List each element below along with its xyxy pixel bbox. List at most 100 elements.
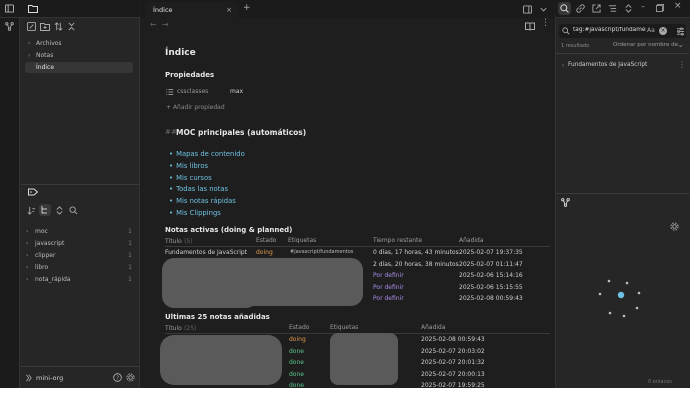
footer-divider (21, 366, 140, 367)
nav-bar: ← → ⋮ (141, 18, 554, 34)
local-graph[interactable] (594, 272, 648, 322)
graph-node (635, 306, 639, 310)
ribbon (0, 18, 20, 388)
backlinks-icon[interactable] (576, 4, 585, 13)
chevron-right-icon: › (26, 252, 29, 259)
tab-indice[interactable]: Índice × (145, 2, 237, 18)
clear-search-icon[interactable]: × (659, 27, 667, 35)
list-item[interactable]: • Todas las notas (169, 184, 245, 196)
minimize-icon[interactable]: – (641, 2, 645, 11)
col-tags: Etiquetas (288, 237, 317, 244)
folder-notas[interactable]: › Notas (27, 50, 135, 61)
search-icon (560, 4, 569, 13)
expand-panel-icon[interactable] (624, 4, 633, 13)
settings-icon[interactable] (126, 373, 135, 382)
property-value[interactable]: max (230, 88, 243, 95)
search-icon (562, 27, 571, 36)
graph-node (607, 279, 611, 283)
expand-all-icon[interactable] (55, 206, 64, 215)
chevron-right-icon: › (28, 52, 31, 59)
graph-view-icon[interactable] (561, 198, 570, 207)
moc-list: • Mapas de contenido • Mis libros • Mis cur… (169, 149, 245, 220)
file-indice[interactable]: Índice (25, 62, 133, 73)
list-icon (166, 88, 175, 97)
new-note-icon[interactable] (27, 22, 36, 31)
redacted-region (330, 333, 398, 385)
chevron-right-icon[interactable]: › (562, 62, 564, 69)
graph-node (608, 311, 612, 315)
graph-icon[interactable] (5, 22, 14, 31)
tag-item[interactable]: › nota_rápida 1 (24, 274, 136, 286)
tag-item[interactable]: › clipper 1 (24, 250, 136, 262)
outgoing-links-icon[interactable] (592, 4, 601, 13)
col-status: Estado (289, 324, 310, 331)
table-divider (165, 246, 550, 247)
pane-divider (21, 184, 140, 185)
list-item[interactable]: • Mis libros (169, 161, 245, 173)
chevron-right-icon: › (26, 240, 29, 247)
sidebar-toggle-icon[interactable] (5, 4, 14, 13)
panel-divider (556, 53, 689, 54)
graph-node (637, 291, 641, 295)
search-tags-icon[interactable] (69, 206, 78, 215)
collapse-all-icon[interactable] (67, 22, 76, 31)
reading-view-icon[interactable] (525, 22, 535, 31)
close-tab-icon[interactable]: × (226, 2, 232, 18)
note-title: Índice (165, 48, 196, 58)
graph-node (622, 314, 626, 318)
help-icon[interactable]: ? (113, 373, 122, 382)
maximize-icon[interactable] (656, 4, 665, 13)
bottom-edge (0, 388, 690, 395)
heading-marker: ## (165, 128, 177, 136)
forward-icon[interactable]: → (162, 20, 169, 29)
search-tab[interactable] (558, 2, 571, 15)
tag-item[interactable]: › libro 1 (24, 262, 136, 274)
chevron-right-icon: › (26, 228, 29, 235)
vault-name[interactable]: mini-org (36, 374, 63, 382)
list-item[interactable]: • Mapas de contenido (169, 149, 245, 161)
tag-item[interactable]: › moc 1 (24, 226, 136, 238)
more-options-icon[interactable]: ⋮ (541, 18, 550, 28)
nested-tags-icon (41, 206, 47, 214)
chevron-down-icon[interactable] (539, 5, 548, 14)
back-icon[interactable]: ← (150, 20, 157, 29)
search-input[interactable]: tag:#javascript/fundamentos Aa × (559, 24, 686, 38)
col-tags: Etiquetas (330, 324, 359, 331)
sort-tags-icon[interactable] (27, 206, 36, 215)
list-item[interactable]: • Mis Clippings (169, 208, 245, 220)
search-settings-icon[interactable] (676, 27, 685, 36)
panel-divider (556, 193, 689, 194)
new-folder-icon[interactable] (40, 22, 50, 31)
tag-item[interactable]: › javascript 1 (24, 238, 136, 250)
tag-icon[interactable] (28, 188, 38, 197)
new-tab-button[interactable]: + (243, 3, 251, 13)
graph-node (598, 292, 602, 296)
folder-archivos[interactable]: › Archivos (27, 38, 135, 49)
list-item[interactable]: • Mis cursos (169, 173, 245, 185)
add-property-button[interactable]: + Añadir propiedad (166, 104, 225, 111)
active-table-header: Título (5) (165, 238, 193, 245)
search-result-item[interactable]: Fundamentos de JavaScript (568, 62, 647, 68)
col-added: Añadida (459, 237, 484, 244)
vault-switcher-icon[interactable] (24, 374, 33, 383)
outline-icon[interactable] (608, 4, 617, 13)
properties-heading: Propiedades (165, 71, 215, 79)
more-options-icon[interactable]: ⋮ (678, 60, 686, 69)
active-notes-heading: Notas activas (doing & planned) (165, 226, 293, 234)
list-item[interactable]: • Mis notas rápidas (169, 196, 245, 208)
nested-tags-toggle[interactable] (39, 204, 51, 216)
col-status: Estado (256, 237, 277, 244)
graph-settings-icon[interactable] (670, 222, 679, 231)
chevron-right-icon: › (26, 264, 29, 271)
tab-list-icon[interactable] (523, 5, 532, 14)
folder-icon[interactable] (28, 4, 38, 13)
moc-heading: MOC principales (automáticos) (176, 128, 307, 137)
property-name[interactable]: cssclasses (177, 88, 208, 95)
backlinks-count: 0 enlaces (648, 379, 672, 385)
close-window-icon[interactable]: × (674, 1, 682, 11)
svg-text:?: ? (116, 376, 119, 382)
match-case-toggle[interactable]: Aa (647, 27, 655, 34)
chevron-down-icon[interactable]: ⌄ (678, 42, 683, 49)
sort-icon[interactable] (54, 22, 63, 31)
sort-dropdown[interactable]: Ordenar por nombre de… (613, 42, 683, 48)
